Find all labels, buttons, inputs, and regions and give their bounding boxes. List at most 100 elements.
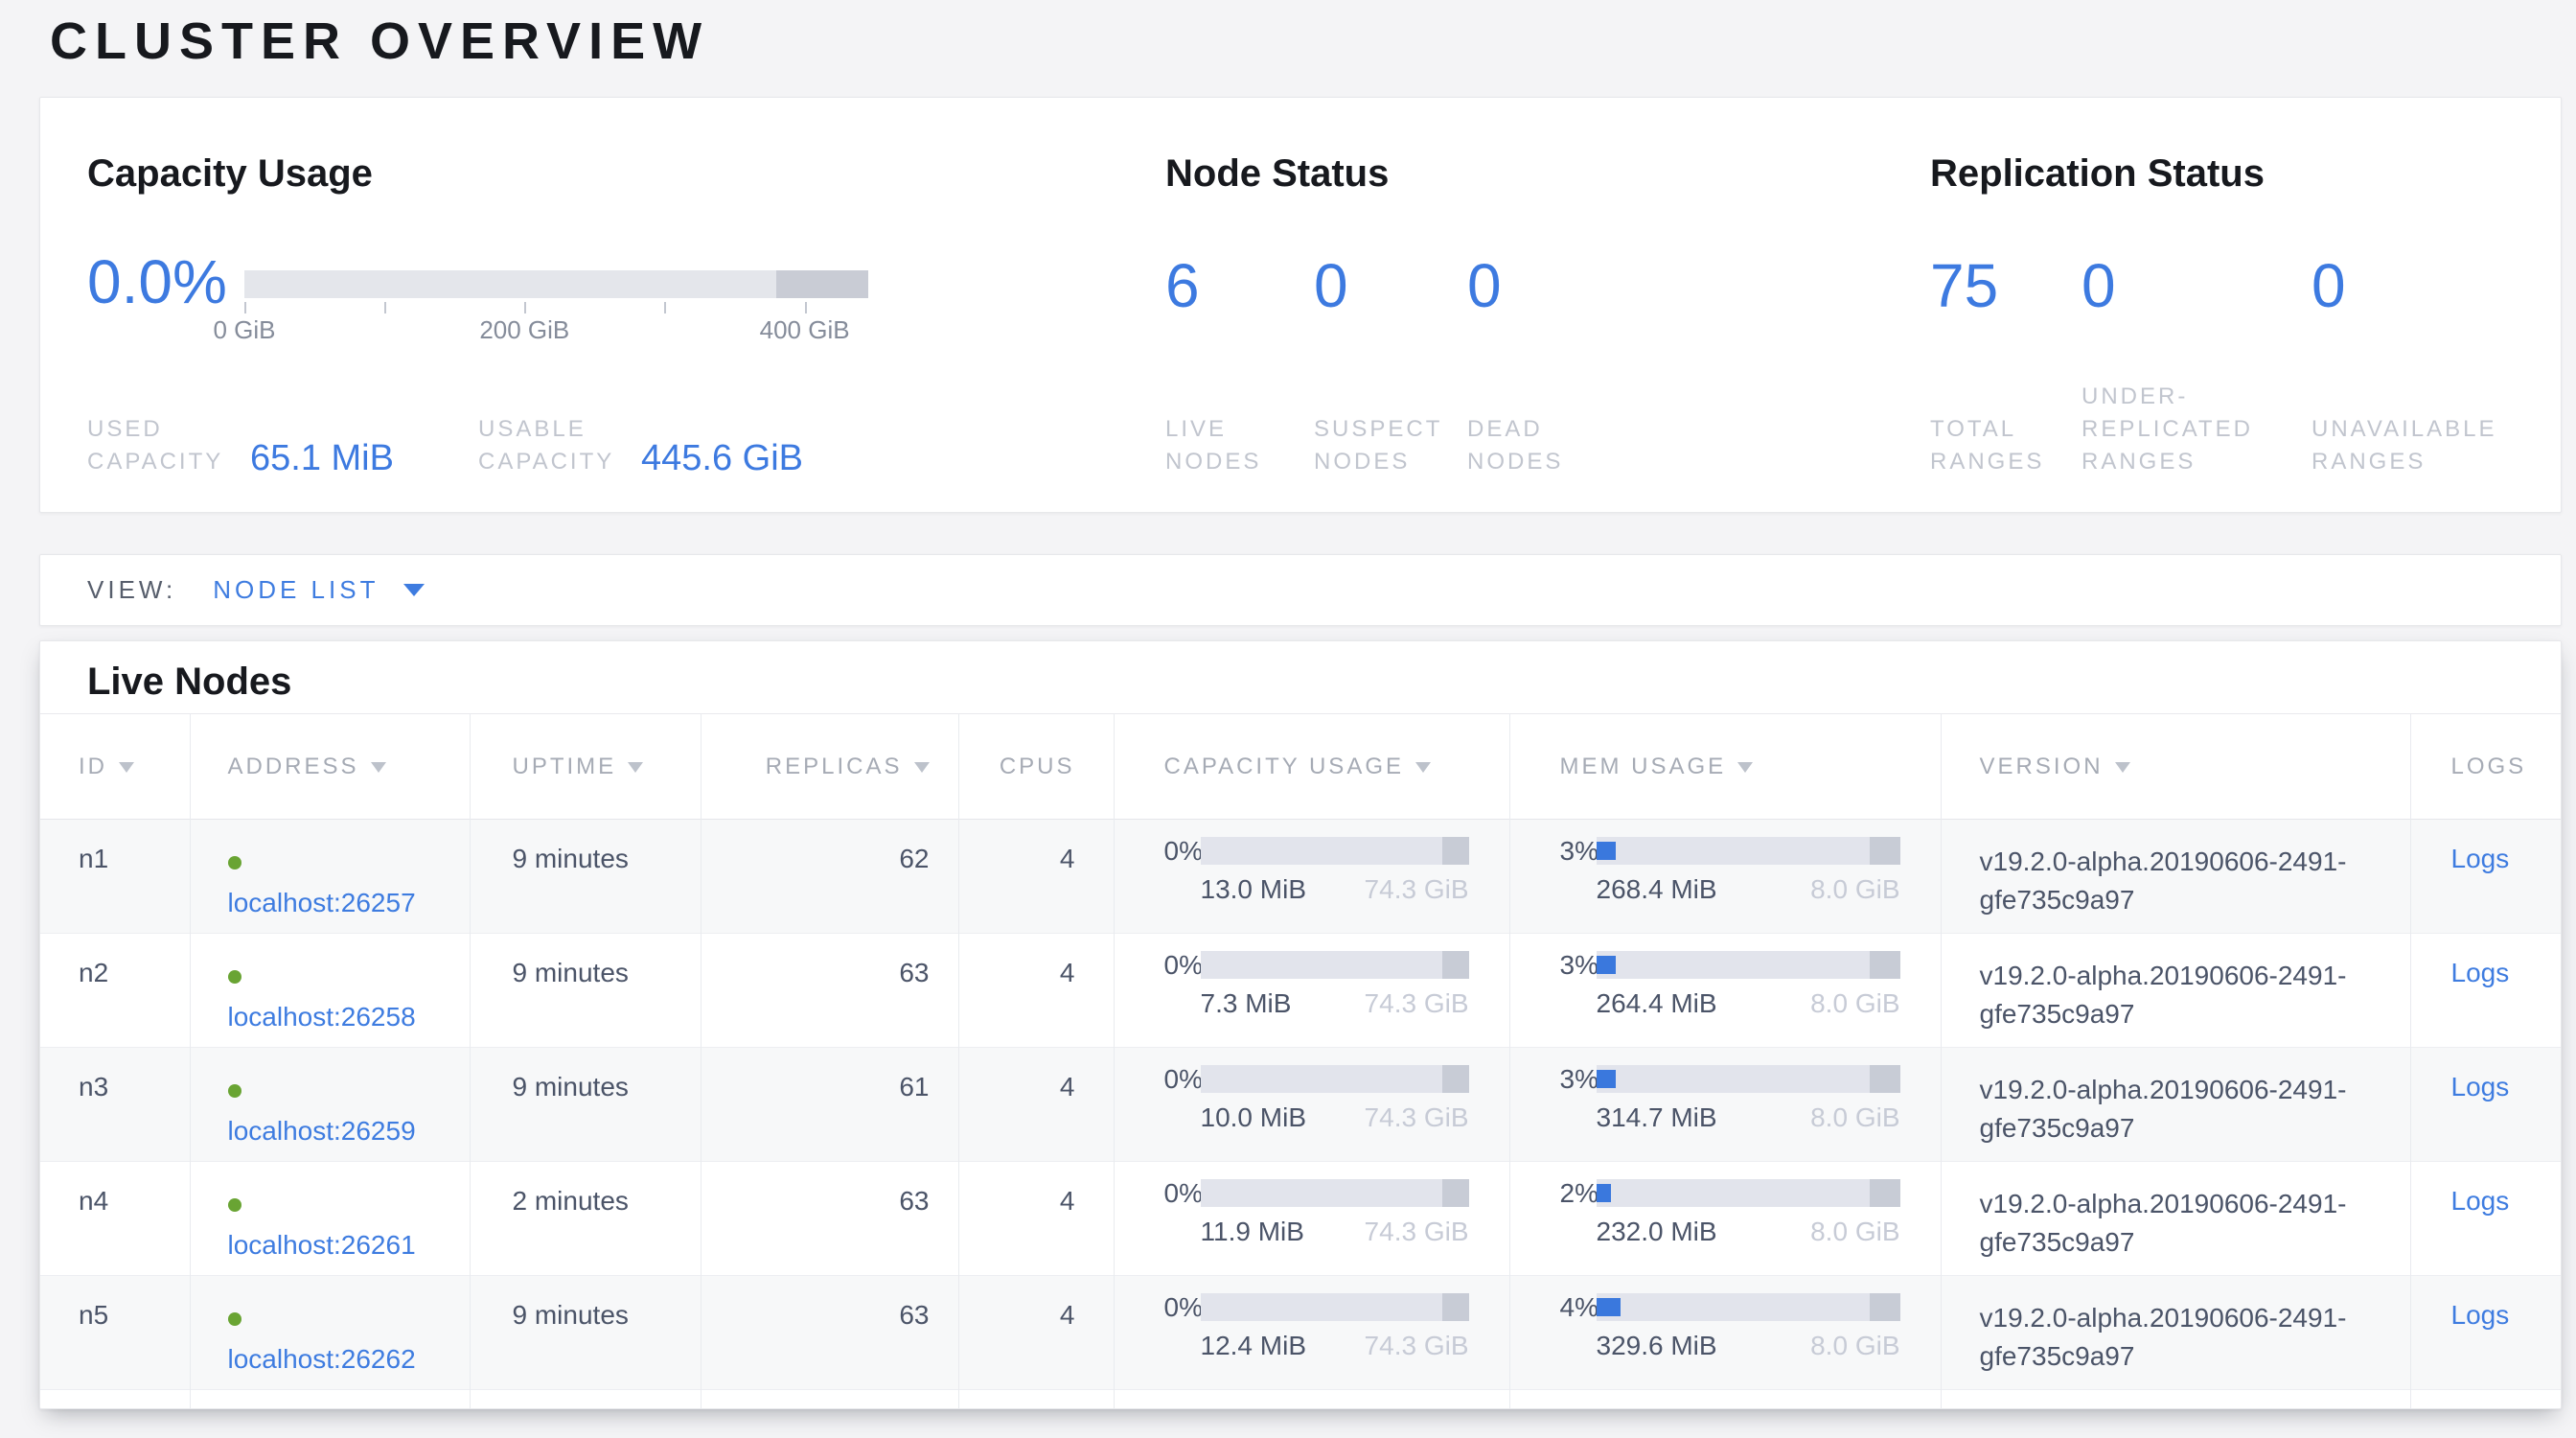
node-address-link[interactable]: localhost:26261: [228, 1230, 416, 1260]
capacity-meter-track: [1201, 1065, 1469, 1093]
node-live-status-icon: [228, 1312, 242, 1326]
view-selected-value[interactable]: NODE LIST: [213, 575, 379, 605]
capacity-meter-cap: [1442, 1065, 1469, 1093]
capacity-usage-heading: Capacity Usage: [87, 152, 931, 195]
node-uptime-cell: 9 minutes: [470, 820, 701, 934]
column-header-logs: LOGS: [2410, 714, 2562, 820]
node-status-stat: 0DEAD NODES: [1467, 252, 1630, 478]
replication-stat-label: UNAVAILABLE RANGES: [2312, 413, 2546, 478]
column-header-uptime[interactable]: UPTIME: [470, 714, 701, 820]
mem-meter-fill: [1597, 1184, 1612, 1202]
capacity-used-value: 13.0 MiB: [1201, 873, 1307, 906]
node-logs-link[interactable]: Logs: [2451, 1186, 2510, 1216]
page-title: CLUSTER OVERVIEW: [50, 12, 709, 71]
table-row: n1 localhost:26257 9 minutes 62 4 0% 13.…: [40, 820, 2562, 934]
node-logs-link[interactable]: Logs: [2451, 1072, 2510, 1102]
node-address-link[interactable]: localhost:26262: [228, 1344, 416, 1374]
node-memory-cell: 3% 268.4 MiB 8.0 GiB: [1509, 820, 1941, 934]
node-logs-link[interactable]: Logs: [2451, 958, 2510, 987]
column-header-address[interactable]: ADDRESS: [190, 714, 470, 820]
mem-total-value: 8.0 GiB: [1810, 873, 1899, 906]
chevron-down-icon: [403, 584, 425, 596]
column-header-version[interactable]: VERSION: [1941, 714, 2410, 820]
node-memory-cell: 3% 314.7 MiB 8.0 GiB: [1509, 1048, 1941, 1162]
mem-used-value: 314.7 MiB: [1597, 1102, 1717, 1134]
sort-arrow-icon: [1415, 762, 1431, 773]
live-nodes-table: IDADDRESS UPTIME REPLICAS CPUS CAPACITY USAG…: [40, 713, 2562, 1409]
column-header-label: UPTIME: [513, 754, 617, 779]
capacity-percent-label: 0%: [1164, 1065, 1201, 1093]
usable-capacity-value: 445.6 GiB: [641, 438, 803, 478]
capacity-meter-track: [1201, 1179, 1469, 1207]
node-logs-link[interactable]: Logs: [2451, 844, 2510, 873]
node-version-cell: v19.2.0-alpha.20190606-2491-gfe735c9a97: [1941, 1162, 2410, 1276]
table-row: n5 localhost:26262 9 minutes 63 4 0% 12.…: [40, 1276, 2562, 1390]
capacity-percent-label: 0%: [1164, 1293, 1201, 1321]
used-capacity-stat: USED CAPACITY 65.1 MiB: [87, 413, 394, 478]
node-replicas-cell: 63: [701, 1162, 958, 1276]
usable-capacity-stat: USABLE CAPACITY 445.6 GiB: [478, 413, 803, 478]
node-address-cell: localhost:26261: [190, 1162, 470, 1276]
capacity-percent-value: 0.0%: [87, 248, 227, 315]
column-header-capacity-usage[interactable]: CAPACITY USAGE: [1114, 714, 1509, 820]
node-id-cell: n4: [40, 1162, 190, 1276]
mem-total-value: 8.0 GiB: [1810, 1216, 1899, 1248]
capacity-usage-meter: 0%: [1164, 951, 1469, 979]
view-label: VIEW:: [87, 575, 176, 605]
gauge-tick: [805, 302, 807, 313]
capacity-meter-cap: [1442, 1293, 1469, 1321]
node-logs-cell: Logs: [2410, 820, 2562, 934]
replication-status-section: Replication Status 75TOTAL RANGES0UNDER-…: [1930, 152, 2563, 478]
column-header-label: CPUS: [1000, 754, 1075, 779]
column-header-mem-usage[interactable]: MEM USAGE: [1509, 714, 1941, 820]
node-status-stat-value: 6: [1165, 252, 1309, 319]
column-header-id[interactable]: ID: [40, 714, 190, 820]
mem-meter-fill: [1597, 1298, 1621, 1316]
node-logs-link[interactable]: Logs: [2451, 1300, 2510, 1330]
column-header-replicas[interactable]: REPLICAS: [701, 714, 958, 820]
capacity-meter-cap: [1442, 837, 1469, 865]
capacity-stats: USED CAPACITY 65.1 MiB USABLE CAPACITY 4…: [87, 408, 931, 478]
gauge-axis-label: 400 GiB: [760, 315, 850, 345]
node-uptime-cell: 9 minutes: [470, 1048, 701, 1162]
mem-usage-meter: 3%: [1560, 837, 1900, 865]
replication-stat-value: 0: [2312, 252, 2546, 319]
node-address-link[interactable]: localhost:26258: [228, 1002, 416, 1032]
node-version-cell: v19.2.0-alpha.20190606-2491-gfe735c9a97: [1941, 1048, 2410, 1162]
capacity-gauge: 0 GiB200 GiB400 GiB: [244, 270, 868, 344]
mem-meter-cap: [1870, 1179, 1900, 1207]
gauge-axis-label: 200 GiB: [479, 315, 569, 345]
gauge-tick: [244, 302, 246, 313]
node-status-stat-value: 0: [1467, 252, 1630, 319]
mem-used-value: 329.6 MiB: [1597, 1330, 1717, 1362]
gauge-axis-label: 0 GiB: [213, 315, 275, 345]
node-cpus-cell: 4: [958, 820, 1114, 934]
node-address-link[interactable]: localhost:26259: [228, 1116, 416, 1146]
sort-arrow-icon: [628, 762, 643, 773]
gauge-tick: [384, 302, 386, 313]
sort-arrow-icon: [371, 762, 386, 773]
sort-arrow-icon: [1737, 762, 1753, 773]
table-row: n4 localhost:26261 2 minutes 63 4 0% 11.…: [40, 1162, 2562, 1276]
view-selector-dropdown[interactable]: NODE LIST: [213, 575, 425, 605]
mem-used-value: 264.4 MiB: [1597, 987, 1717, 1020]
mem-percent-label: 3%: [1560, 1065, 1597, 1093]
capacity-meter-track: [1201, 951, 1469, 979]
capacity-total-value: 74.3 GiB: [1365, 873, 1469, 906]
column-header-label: VERSION: [1980, 754, 2104, 779]
replication-stat-label: UNDER-REPLICATED RANGES: [2082, 381, 2287, 478]
node-status-stat: 0SUSPECT NODES: [1314, 252, 1458, 478]
mem-usage-meter: 3%: [1560, 951, 1900, 979]
mem-meter-track: [1597, 1293, 1900, 1321]
capacity-percent-label: 0%: [1164, 951, 1201, 979]
column-header-label: REPLICAS: [766, 754, 903, 779]
capacity-percent-label: 0%: [1164, 1179, 1201, 1207]
capacity-used-value: 10.0 MiB: [1201, 1102, 1307, 1134]
node-cpus-cell: 4: [958, 1162, 1114, 1276]
used-capacity-value: 65.1 MiB: [250, 438, 394, 478]
node-address-cell: localhost:26257: [190, 820, 470, 934]
live-nodes-card: Live Nodes IDADDRESSUPTIMEREPLICASCPUSCA…: [39, 640, 2562, 1409]
view-bar: VIEW: NODE LIST: [39, 554, 2562, 626]
node-version-text: v19.2.0-alpha.20190606-2491-gfe735c9a97: [1980, 1299, 2402, 1376]
node-address-link[interactable]: localhost:26257: [228, 888, 416, 917]
